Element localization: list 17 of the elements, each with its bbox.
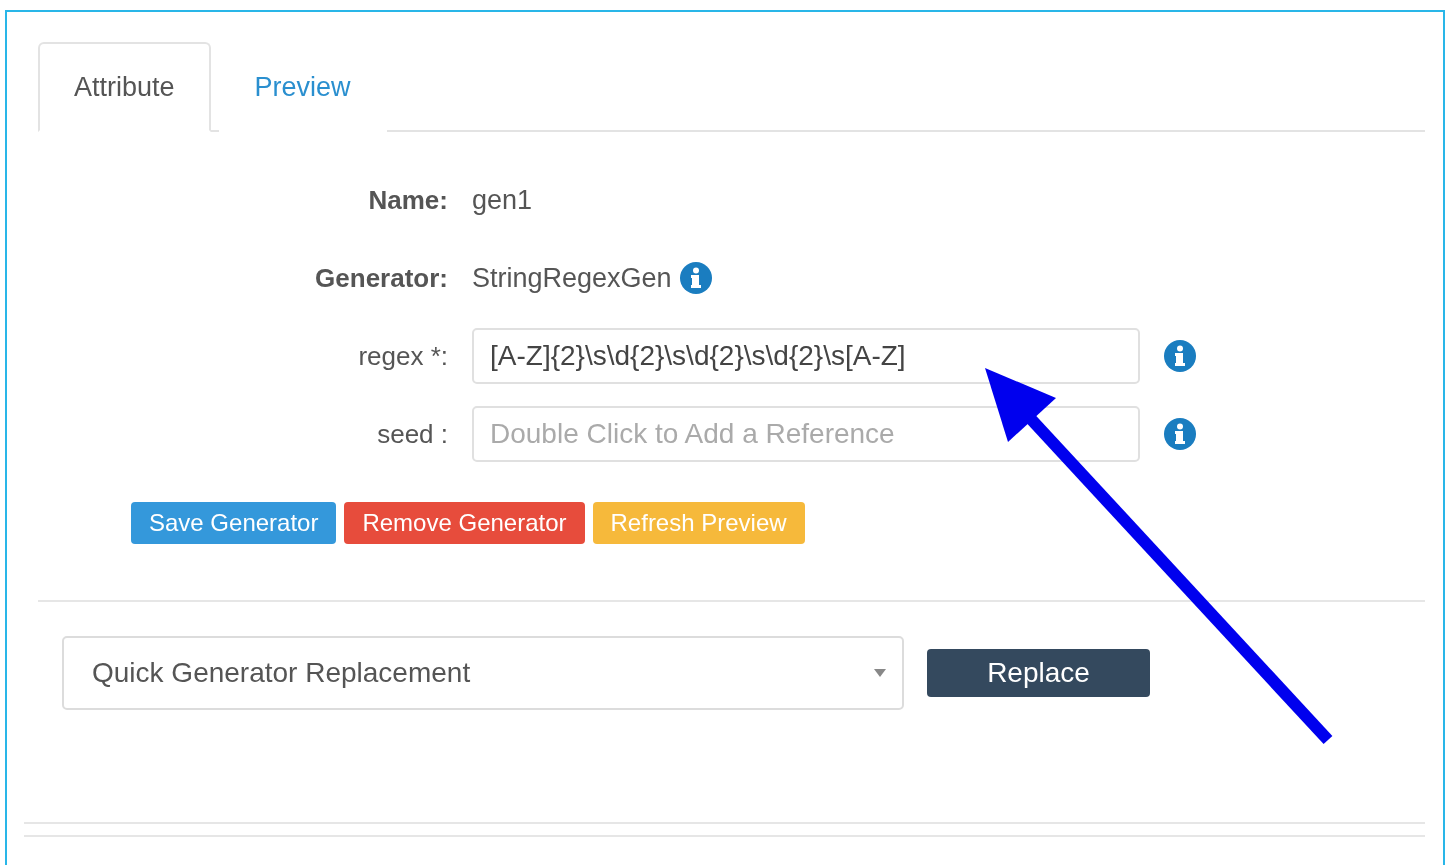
field-value: StringRegexGen	[472, 262, 672, 294]
field-label: seed :	[376, 418, 448, 450]
field-label: Generator:	[314, 262, 448, 294]
select-value: Quick Generator Replacement	[92, 657, 471, 689]
info-icon[interactable]	[679, 262, 712, 294]
info-icon[interactable]	[1164, 340, 1196, 372]
tab[interactable]: Attribute	[38, 42, 211, 132]
field-value: gen1	[472, 184, 533, 216]
caret-icon	[874, 669, 886, 677]
field-label: regex *:	[357, 340, 448, 372]
field-label: Name:	[367, 184, 448, 216]
generator-select[interactable]: Quick Generator Replacement	[62, 636, 904, 710]
input-field[interactable]: [A-Z]{2}\s\d{2}\s\d{2}\s\d{2}\s[A-Z]	[472, 328, 1140, 384]
action-button[interactable]: Remove Generator	[344, 502, 585, 544]
input-field[interactable]: Double Click to Add a Reference	[472, 406, 1140, 462]
replace-button[interactable]: Replace	[927, 649, 1150, 697]
info-icon[interactable]	[1164, 418, 1196, 450]
